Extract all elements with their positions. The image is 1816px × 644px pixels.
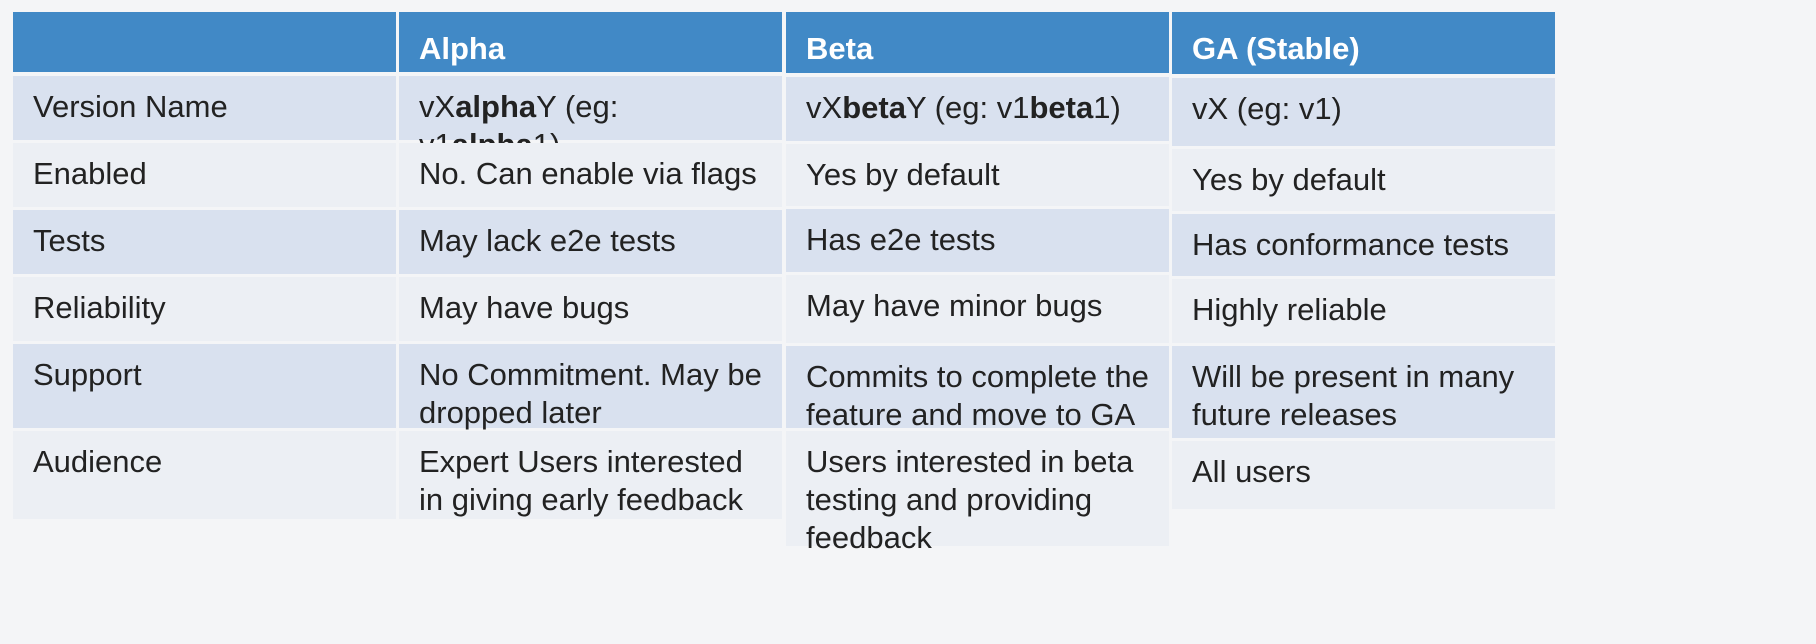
row-label-support: Support [13, 344, 396, 428]
alpha-enabled: No. Can enable via flags [399, 143, 782, 207]
beta-version-name: vXbetaY (eg: v1beta1) [786, 77, 1169, 141]
ga-reliability: Highly reliable [1172, 279, 1555, 343]
beta-reliability: May have minor bugs [786, 275, 1169, 343]
beta-version-part: vX [806, 90, 843, 125]
row-label-audience: Audience [13, 431, 396, 519]
beta-enabled: Yes by default [786, 144, 1169, 206]
header-beta: Beta [786, 12, 1169, 73]
beta-version-part: 1) [1093, 90, 1121, 125]
ga-support: Will be present in many future releases [1172, 346, 1555, 438]
ga-version-name: vX (eg: v1) [1172, 78, 1555, 146]
beta-version-part: Y (eg: v1 [905, 90, 1030, 125]
alpha-support: No Commitment. May be dropped later [399, 344, 782, 430]
row-label-version-name: Version Name [13, 76, 396, 140]
alpha-tests: May lack e2e tests [399, 210, 782, 274]
row-label-reliability: Reliability [13, 277, 396, 341]
beta-audience: Users interested in beta testing and pro… [786, 431, 1169, 555]
ga-audience: All users [1172, 441, 1555, 509]
ga-enabled: Yes by default [1172, 149, 1555, 211]
row-label-tests: Tests [13, 210, 396, 274]
beta-version-bold: beta [1029, 90, 1094, 125]
alpha-audience: Expert Users interested in giving early … [399, 431, 782, 519]
header-empty [13, 12, 396, 72]
alpha-reliability: May have bugs [399, 277, 782, 341]
row-label-enabled: Enabled [13, 143, 396, 207]
ga-tests: Has conformance tests [1172, 214, 1555, 276]
alpha-version-part: vX [419, 89, 456, 124]
alpha-version-name: vXalphaY (eg: v1alpha1) [399, 76, 782, 162]
header-alpha: Alpha [399, 12, 782, 72]
beta-support: Commits to complete the feature and move… [786, 346, 1169, 432]
beta-tests: Has e2e tests [786, 209, 1169, 272]
alpha-version-bold: alpha [455, 89, 537, 124]
beta-version-bold: beta [842, 90, 906, 125]
header-ga-stable: GA (Stable) [1172, 12, 1555, 74]
